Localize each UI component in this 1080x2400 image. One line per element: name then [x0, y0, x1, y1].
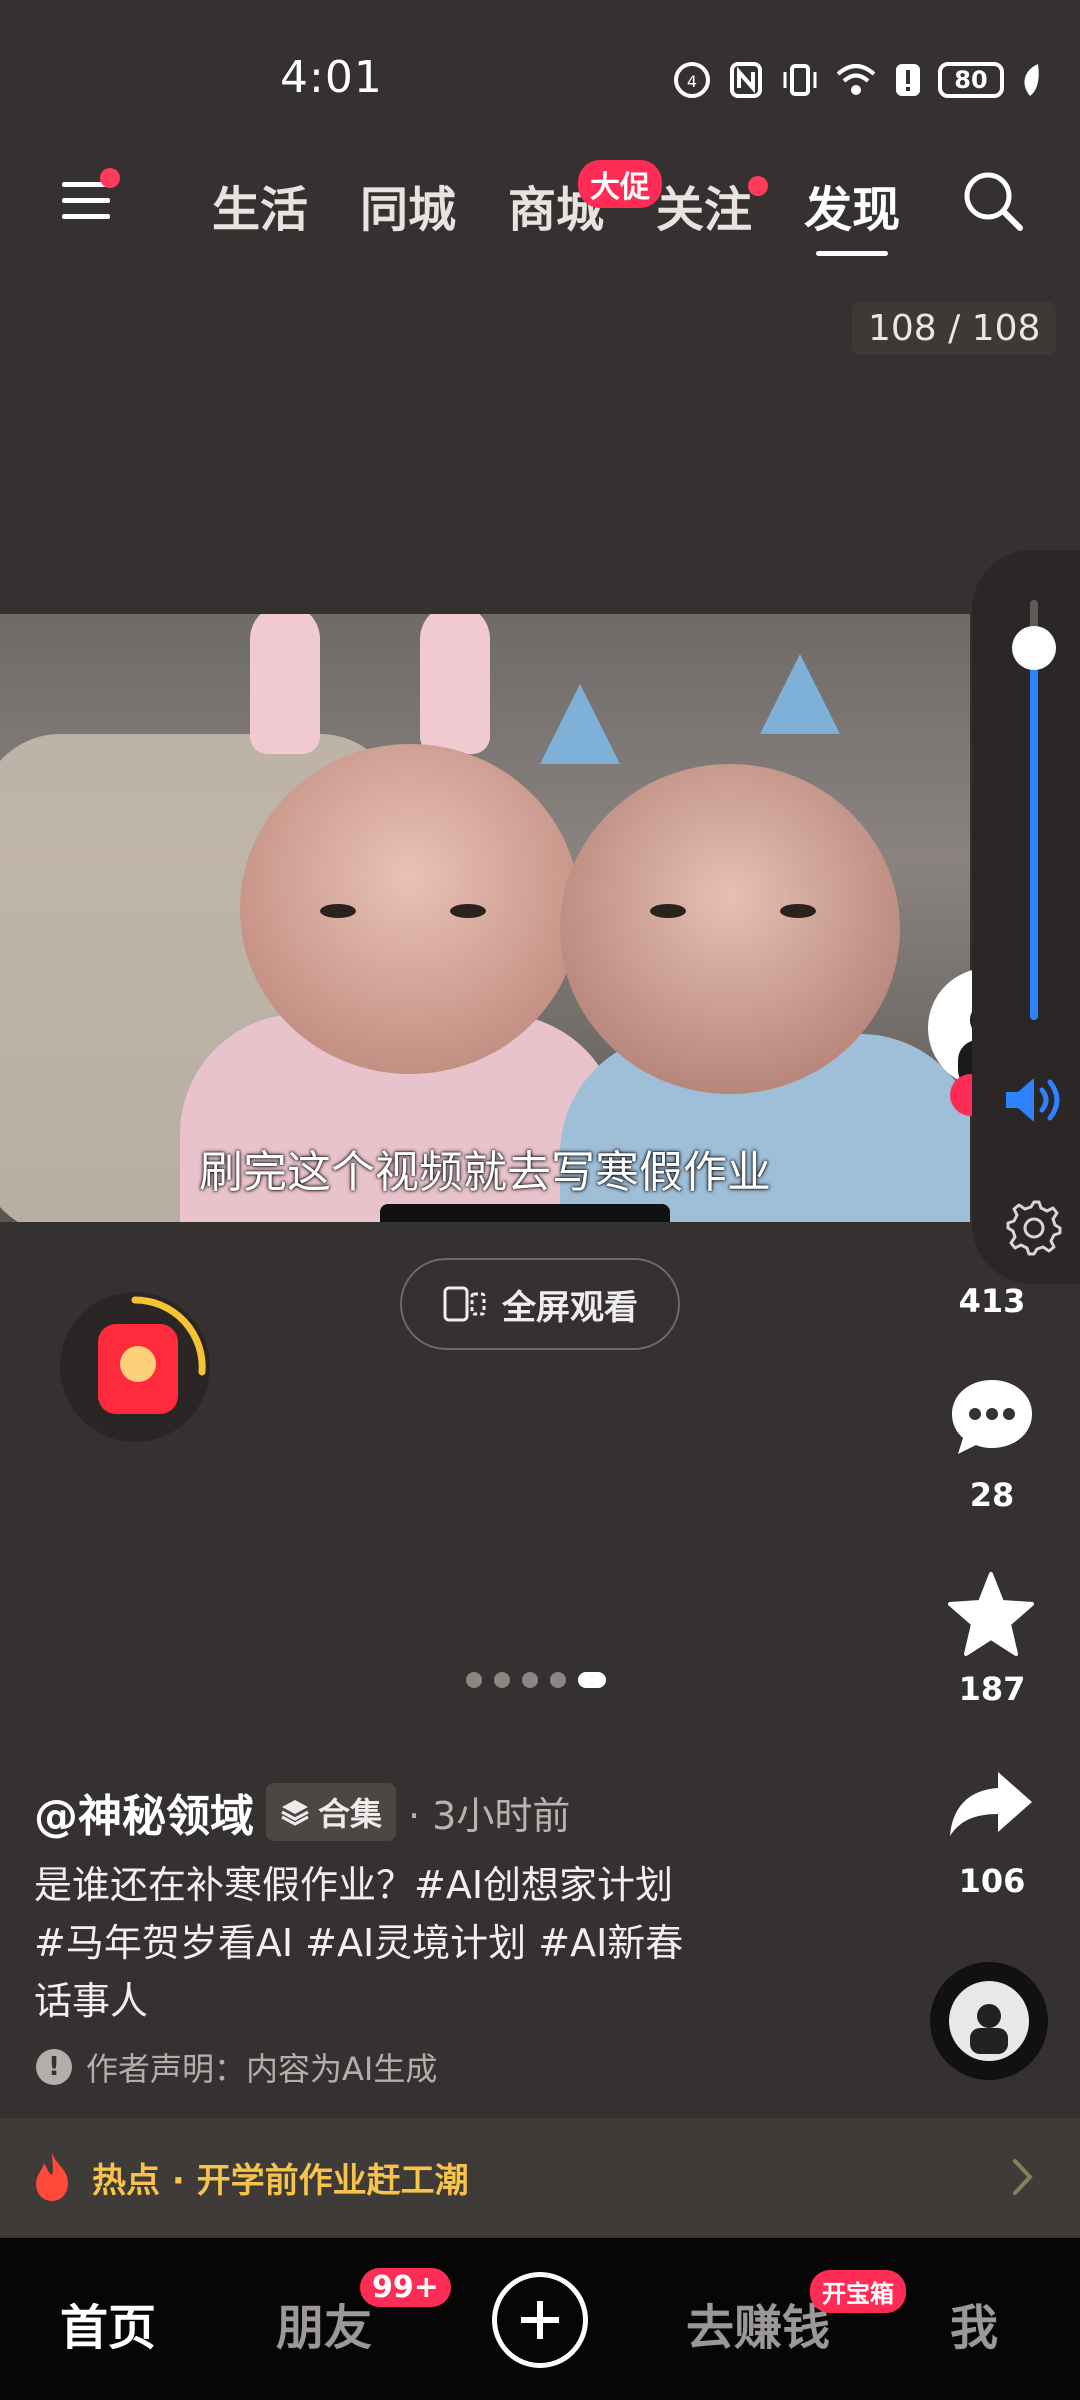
author-row: @神秘领域 合集 · 3小时前 [34, 1780, 570, 1844]
eye [320, 904, 356, 918]
share-arrow-icon[interactable] [946, 1768, 1036, 1840]
mall-promo-badge: 大促 [578, 160, 662, 208]
carousel-dot[interactable] [550, 1672, 566, 1688]
fullscreen-label: 全屏观看 [502, 1287, 638, 1328]
status-time: 4:01 [280, 52, 383, 103]
fullscreen-button[interactable]: 全屏观看 [400, 1258, 680, 1350]
music-disc[interactable] [930, 1962, 1048, 2080]
carousel-dot[interactable] [522, 1672, 538, 1688]
warning-icon: ! [36, 2049, 72, 2085]
bunny-ear-right [420, 614, 490, 754]
eye [450, 904, 486, 918]
nfc-icon [730, 62, 762, 98]
baby-right-face [560, 764, 900, 1094]
layers-icon [281, 1800, 309, 1826]
carousel-dot[interactable] [494, 1672, 510, 1688]
nav-me[interactable]: 我 [950, 2288, 998, 2358]
post-description[interactable]: 是谁还在补寒假作业？#AI创想家计划 #马年贺岁看AI #AI灵境计划 #AI新… [34, 1856, 694, 2030]
fire-icon [36, 2153, 68, 2201]
carousel-indicator [466, 1672, 606, 1688]
red-packet-coin [120, 1346, 156, 1382]
alert-icon [896, 64, 920, 96]
bunny-ear-left [250, 614, 320, 754]
fullscreen-rotate-icon [443, 1286, 486, 1322]
video-player[interactable] [0, 614, 970, 1222]
share-count: 106 [958, 1862, 1026, 1900]
wifi-icon [836, 64, 876, 95]
create-post-button[interactable] [492, 2272, 588, 2368]
phone-shape [380, 1204, 670, 1222]
hd-call-icon: 4 [674, 62, 710, 98]
nav-earn[interactable]: 去赚钱 [686, 2288, 830, 2358]
comment-icon[interactable] [948, 1376, 1036, 1460]
post-time: · 3小时前 [408, 1793, 571, 1838]
favorite-star-icon[interactable] [946, 1570, 1036, 1658]
tab-local[interactable]: 同城 [360, 170, 456, 240]
video-subtitle: 刷完这个视频就去写寒假作业 [199, 1147, 771, 1198]
tab-life[interactable]: 生活 [212, 170, 308, 240]
leaf-icon [1024, 64, 1039, 96]
chevron-right-icon[interactable] [1012, 2158, 1034, 2196]
volume-slider-knob[interactable] [1012, 626, 1056, 670]
baby-left-face [240, 744, 580, 1074]
collection-label: 合集 [318, 1795, 383, 1833]
cat-ear-right [760, 654, 840, 734]
earn-badge: 开宝箱 [810, 2270, 906, 2313]
tab-discover[interactable]: 发现 [804, 170, 900, 256]
author-name[interactable]: @神秘领域 [34, 1780, 254, 1844]
svg-text:4: 4 [687, 72, 697, 91]
cat-ear-left [540, 684, 620, 764]
hot-topic-bar[interactable]: 热点 · 开学前作业赶工潮 [0, 2118, 1080, 2236]
ai-disclaimer: ! 作者声明：内容为AI生成 [36, 2044, 437, 2090]
page-counter: 108 / 108 [852, 302, 1057, 355]
nav-friends[interactable]: 朋友 [276, 2288, 372, 2358]
speaker-icon[interactable] [1000, 1070, 1070, 1130]
menu-notification-dot [100, 168, 120, 188]
disclaimer-text: 作者声明：内容为AI生成 [86, 2050, 438, 2088]
comment-count: 28 [969, 1476, 1015, 1514]
collection-chip[interactable]: 合集 [266, 1783, 397, 1841]
friends-badge: 99+ [360, 2268, 451, 2307]
search-icon[interactable] [960, 168, 1026, 234]
tab-follow[interactable]: 关注 [656, 170, 752, 240]
carousel-dot[interactable] [466, 1672, 482, 1688]
follow-notification-dot [748, 176, 768, 196]
volume-slider-fill [1030, 650, 1038, 1020]
favorite-count: 187 [958, 1670, 1026, 1708]
hot-topic-text: 热点 · 开学前作业赶工潮 [92, 2160, 469, 2201]
plus-icon [521, 2301, 559, 2339]
eye [650, 904, 686, 918]
nav-home[interactable]: 首页 [60, 2288, 156, 2358]
carousel-dot-active[interactable] [578, 1672, 606, 1688]
eye [780, 904, 816, 918]
vibrate-icon [783, 64, 817, 96]
status-icons: 4 80 [672, 52, 1042, 108]
battery-indicator: 80 [938, 62, 1004, 98]
like-count: 413 [958, 1282, 1026, 1320]
settings-gear-icon[interactable] [1004, 1196, 1064, 1256]
music-disc-art [949, 1981, 1029, 2061]
